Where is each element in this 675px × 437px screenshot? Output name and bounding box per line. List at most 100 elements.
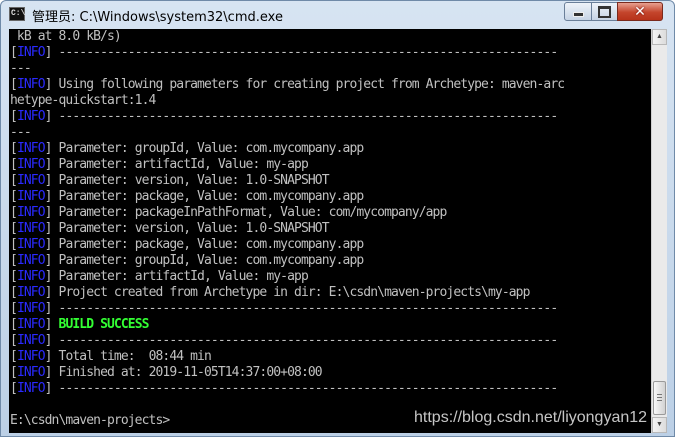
bracket: ] bbox=[44, 365, 53, 380]
bracket: ] bbox=[44, 109, 53, 124]
line-text: ----------------------------------------… bbox=[51, 109, 559, 124]
line-text: Parameter: package, Value: com.mycompany… bbox=[51, 237, 365, 252]
bracket: ] bbox=[44, 253, 53, 268]
bracket: [ bbox=[10, 349, 18, 364]
console-line: [INFO] ---------------------------------… bbox=[10, 333, 564, 349]
line-text: Total time: 08:44 min bbox=[51, 349, 212, 364]
close-button[interactable]: ✕ bbox=[617, 2, 663, 21]
console-line: [INFO] Parameter: groupId, Value: com.my… bbox=[10, 253, 564, 269]
line-text: --- bbox=[10, 125, 32, 140]
console-line: [INFO] Parameter: artifactId, Value: my-… bbox=[10, 269, 564, 285]
info-tag: INFO bbox=[16, 269, 46, 284]
bracket: [ bbox=[10, 77, 18, 92]
cmd-window: C:\ 管理员: C:\Windows\system32\cmd.exe ✕ k… bbox=[0, 0, 675, 437]
bracket: [ bbox=[10, 189, 18, 204]
line-text: hetype-quickstart:1.4 bbox=[10, 93, 156, 108]
console-line: [INFO] Parameter: package, Value: com.my… bbox=[10, 237, 564, 253]
console-line: [INFO] ---------------------------------… bbox=[10, 45, 564, 61]
minimize-icon bbox=[572, 12, 584, 17]
info-tag: INFO bbox=[16, 237, 46, 252]
console-line: [INFO] Project created from Archetype in… bbox=[10, 285, 564, 301]
console-line: [INFO] ---------------------------------… bbox=[10, 301, 564, 317]
line-text: Parameter: version, Value: 1.0-SNAPSHOT bbox=[51, 173, 330, 188]
grip-line bbox=[657, 397, 662, 398]
vertical-scrollbar[interactable]: ▲ ▼ bbox=[651, 29, 667, 433]
maximize-button[interactable] bbox=[591, 2, 618, 21]
console-line: --- bbox=[10, 125, 564, 141]
info-tag: INFO bbox=[16, 221, 46, 236]
info-tag: INFO bbox=[16, 173, 46, 188]
info-tag: INFO bbox=[16, 205, 46, 220]
info-tag: INFO bbox=[16, 333, 46, 348]
console-line: [INFO] BUILD SUCCESS bbox=[10, 317, 564, 333]
info-tag: INFO bbox=[16, 349, 46, 364]
console-line: [INFO] ---------------------------------… bbox=[10, 381, 564, 397]
bracket: ] bbox=[44, 141, 53, 156]
line-text: Parameter: artifactId, Value: my-app bbox=[51, 269, 309, 284]
bracket: ] bbox=[44, 173, 53, 188]
bracket: ] bbox=[44, 205, 53, 220]
bracket: [ bbox=[10, 221, 18, 236]
bracket: [ bbox=[10, 141, 18, 156]
info-tag: INFO bbox=[16, 317, 46, 332]
line-text: Parameter: package, Value: com.mycompany… bbox=[51, 189, 365, 204]
console-line: [INFO] ---------------------------------… bbox=[10, 109, 564, 125]
line-text: Parameter: packageInPathFormat, Value: c… bbox=[51, 205, 448, 220]
scroll-up-button[interactable]: ▲ bbox=[652, 29, 667, 45]
console-line: [INFO] Parameter: package, Value: com.my… bbox=[10, 189, 564, 205]
console-line: [INFO] Total time: 08:44 min bbox=[10, 349, 564, 365]
minimize-button[interactable] bbox=[564, 2, 592, 21]
build-success-text: BUILD SUCCESS bbox=[58, 317, 150, 332]
line-text: ----------------------------------------… bbox=[51, 381, 559, 396]
scroll-down-button[interactable]: ▼ bbox=[652, 417, 667, 433]
bracket: ] bbox=[44, 221, 53, 236]
bracket: [ bbox=[10, 365, 18, 380]
bracket: [ bbox=[10, 237, 18, 252]
info-tag: INFO bbox=[16, 301, 46, 316]
line-text: ----------------------------------------… bbox=[51, 45, 559, 60]
bracket: ] bbox=[44, 349, 53, 364]
watermark: https://blog.csdn.net/liyongyan12 bbox=[414, 409, 648, 426]
line-text: Using following parameters for creating … bbox=[51, 77, 566, 92]
console-line: --- bbox=[10, 61, 564, 77]
bracket: [ bbox=[10, 109, 18, 124]
bracket: [ bbox=[10, 45, 18, 60]
console-line: hetype-quickstart:1.4 bbox=[10, 93, 564, 109]
bracket: [ bbox=[10, 285, 18, 300]
line-text: Parameter: artifactId, Value: my-app bbox=[51, 157, 309, 172]
line-text: Parameter: groupId, Value: com.mycompany… bbox=[51, 141, 365, 156]
bracket: ] bbox=[44, 77, 53, 92]
console-output[interactable]: kB at 8.0 kB/s) [INFO] ------------------… bbox=[9, 29, 651, 433]
bracket: ] bbox=[44, 317, 53, 332]
bracket: [ bbox=[10, 269, 18, 284]
info-tag: INFO bbox=[16, 45, 46, 60]
bracket: ] bbox=[44, 269, 53, 284]
info-tag: INFO bbox=[16, 77, 46, 92]
bracket: ] bbox=[44, 333, 53, 348]
bracket: [ bbox=[10, 157, 18, 172]
grip-line bbox=[657, 394, 662, 395]
bracket: ] bbox=[44, 237, 53, 252]
bracket: ] bbox=[44, 157, 53, 172]
scroll-thumb[interactable] bbox=[653, 381, 666, 415]
bracket: [ bbox=[10, 173, 18, 188]
console-lines: kB at 8.0 kB/s) [INFO] ------------------… bbox=[10, 29, 566, 429]
bracket: ] bbox=[44, 301, 53, 316]
bracket: [ bbox=[10, 333, 18, 348]
line-text: ----------------------------------------… bbox=[51, 301, 559, 316]
info-tag: INFO bbox=[16, 253, 46, 268]
console-line: [INFO] Parameter: version, Value: 1.0-SN… bbox=[10, 221, 564, 237]
window-title: 管理员: C:\Windows\system32\cmd.exe bbox=[32, 10, 283, 25]
console-line: [INFO] Finished at: 2019-11-05T14:37:00+… bbox=[10, 365, 564, 381]
line-text: Project created from Archetype in dir: E… bbox=[51, 285, 531, 300]
bracket: [ bbox=[10, 205, 18, 220]
title-bar[interactable]: C:\ 管理员: C:\Windows\system32\cmd.exe ✕ bbox=[1, 1, 674, 29]
cmd-icon[interactable]: C:\ bbox=[9, 7, 25, 21]
line-text: --- bbox=[10, 61, 32, 76]
line-text bbox=[52, 317, 59, 332]
line-text: Parameter: version, Value: 1.0-SNAPSHOT bbox=[51, 221, 330, 236]
console-line: kB at 8.0 kB/s) bbox=[10, 29, 564, 45]
console-line: [INFO] Parameter: artifactId, Value: my-… bbox=[10, 157, 564, 173]
line-text: E:\csdn\maven-projects> bbox=[10, 413, 170, 428]
info-tag: INFO bbox=[16, 365, 46, 380]
